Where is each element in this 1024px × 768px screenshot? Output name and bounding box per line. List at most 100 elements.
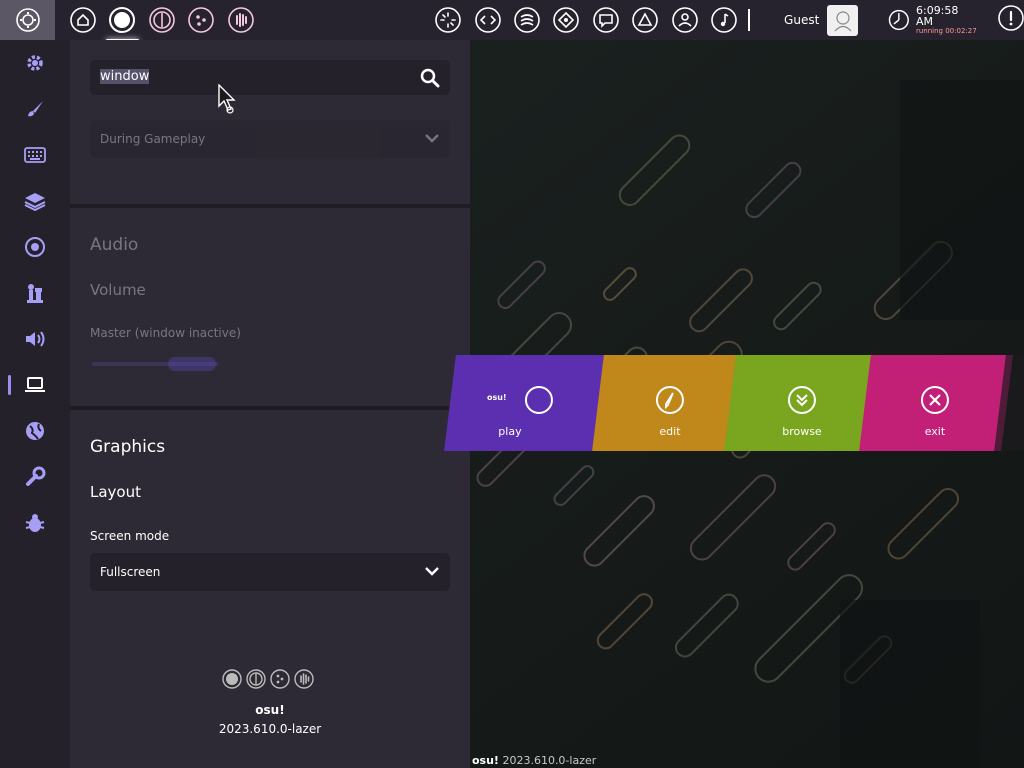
sidebar-item-gameplay[interactable] [0,224,70,270]
dashboard-icon [672,7,698,33]
volume-heading: Volume [90,281,146,299]
chess-icon [27,284,43,303]
ruleset-icons [222,669,314,689]
ruleset-osu-icon [222,669,242,689]
rankings-icon [514,7,540,33]
edit-label: edit [659,425,681,438]
social-icon [632,7,659,33]
ruleset-osu-icon [109,7,136,33]
globe-icon [26,422,44,440]
search-icon-wrapper [420,68,440,92]
during-gameplay-value: During Gameplay [100,132,206,146]
user-name: Guest [784,13,820,27]
home-button[interactable] [63,0,102,40]
sidebar-item-general[interactable] [0,40,70,86]
sidebar-item-user-interface[interactable] [0,178,70,224]
guest-avatar-icon [834,11,852,32]
dashboard-button[interactable] [665,0,704,40]
volume-icon [26,331,45,347]
beatmap-listing-icon [553,7,580,33]
bottom-version: 2023.610.0-lazer [502,754,597,767]
screen-mode-dropdown[interactable]: Fullscreen [90,553,450,591]
music-button[interactable] [705,0,744,40]
sidebar-item-debug[interactable] [0,500,70,546]
play-label: play [498,425,522,438]
user-button[interactable]: Guest [784,4,859,36]
screen-mode-value: Fullscreen [100,565,161,579]
exit-button[interactable]: exit [859,355,1013,451]
changelog-button[interactable] [468,0,507,40]
toolbar: Guest 6:09:58 AM running 00:02:27 [0,0,1024,42]
search-icon [420,68,440,88]
sidebar-item-online[interactable] [0,408,70,454]
news-icon [435,7,461,33]
music-icon [711,7,738,33]
footer-version: 2023.610.0-lazer [218,722,322,736]
clock-running: running 00:02:27 [915,27,977,35]
footer-brand: osu! [255,703,285,717]
close-icon [920,386,949,414]
ruleset-osu-button[interactable] [103,0,142,42]
play-button[interactable]: osu! play [444,355,608,451]
layout-heading: Layout [90,483,141,501]
toolbar-separator [748,9,751,31]
chevron-down-icon [425,567,439,576]
pencil-icon [655,386,684,414]
ruleset-mania-button[interactable] [221,0,260,40]
target-icon [25,237,45,257]
sidebar-item-input[interactable] [0,132,70,178]
download-icon [787,386,816,414]
ruleset-catch-icon [188,7,215,33]
main-menu-buttons: osu! play edit browse exit [444,355,1024,451]
changelog-icon [474,7,501,33]
keyboard-icon [24,147,46,163]
wrench-icon [26,466,46,486]
audio-heading: Audio [90,235,139,255]
sidebar-item-maintenance[interactable] [0,454,70,500]
exit-label: exit [924,425,946,438]
slider-knob[interactable] [168,357,216,371]
ruleset-mania-icon [228,7,254,33]
avatar [827,4,859,36]
mouse-cursor-icon [218,84,236,114]
master-inactive-label: Master (window inactive) [90,326,241,340]
notifications-button[interactable] [998,5,1024,35]
settings-panel: window During Gameplay Audio Volume Mast… [70,40,470,768]
screen-mode-label: Screen mode [90,529,170,543]
browse-label: browse [782,425,822,438]
sidebar-item-audio[interactable] [0,316,70,362]
laptop-icon [25,377,45,392]
sidebar-item-skin[interactable] [0,86,70,132]
osu-logo-icon [524,386,553,414]
bottom-brand: osu! [472,754,499,767]
browse-button[interactable]: browse [724,355,882,451]
ruleset-catch-icon [270,669,290,689]
settings-button[interactable] [0,0,56,40]
ruleset-taiko-button[interactable] [142,0,181,40]
settings-search-input[interactable]: window [90,60,450,95]
graphics-heading: Graphics [90,437,166,457]
bottom-version-text: osu! 2023.610.0-lazer [472,754,596,767]
clock-time: 6:09:58 AM [915,4,959,28]
home-icon [70,7,96,33]
settings-sidebar [0,40,70,768]
social-button[interactable] [626,0,665,40]
gear-icon [15,8,40,32]
ruleset-taiko-icon [149,7,175,33]
clock-display[interactable]: 6:09:58 AM running 00:02:27 [888,5,978,35]
news-button[interactable] [428,0,467,40]
sidebar-item-rulesets[interactable] [0,270,70,316]
chevron-down-icon [425,134,439,143]
chat-button[interactable] [586,0,625,40]
ruleset-mania-icon [294,669,314,689]
ruleset-catch-button[interactable] [182,0,221,40]
sidebar-item-graphics[interactable] [0,362,70,408]
bug-icon [25,514,45,532]
clock-icon [889,9,910,31]
beatmap-listing-button[interactable] [547,0,586,40]
play-icon-text: osu! [486,393,507,402]
cog-icon [27,55,43,71]
search-section: window During Gameplay [70,40,470,204]
during-gameplay-dropdown[interactable]: During Gameplay [90,120,450,158]
rankings-button[interactable] [507,0,546,40]
